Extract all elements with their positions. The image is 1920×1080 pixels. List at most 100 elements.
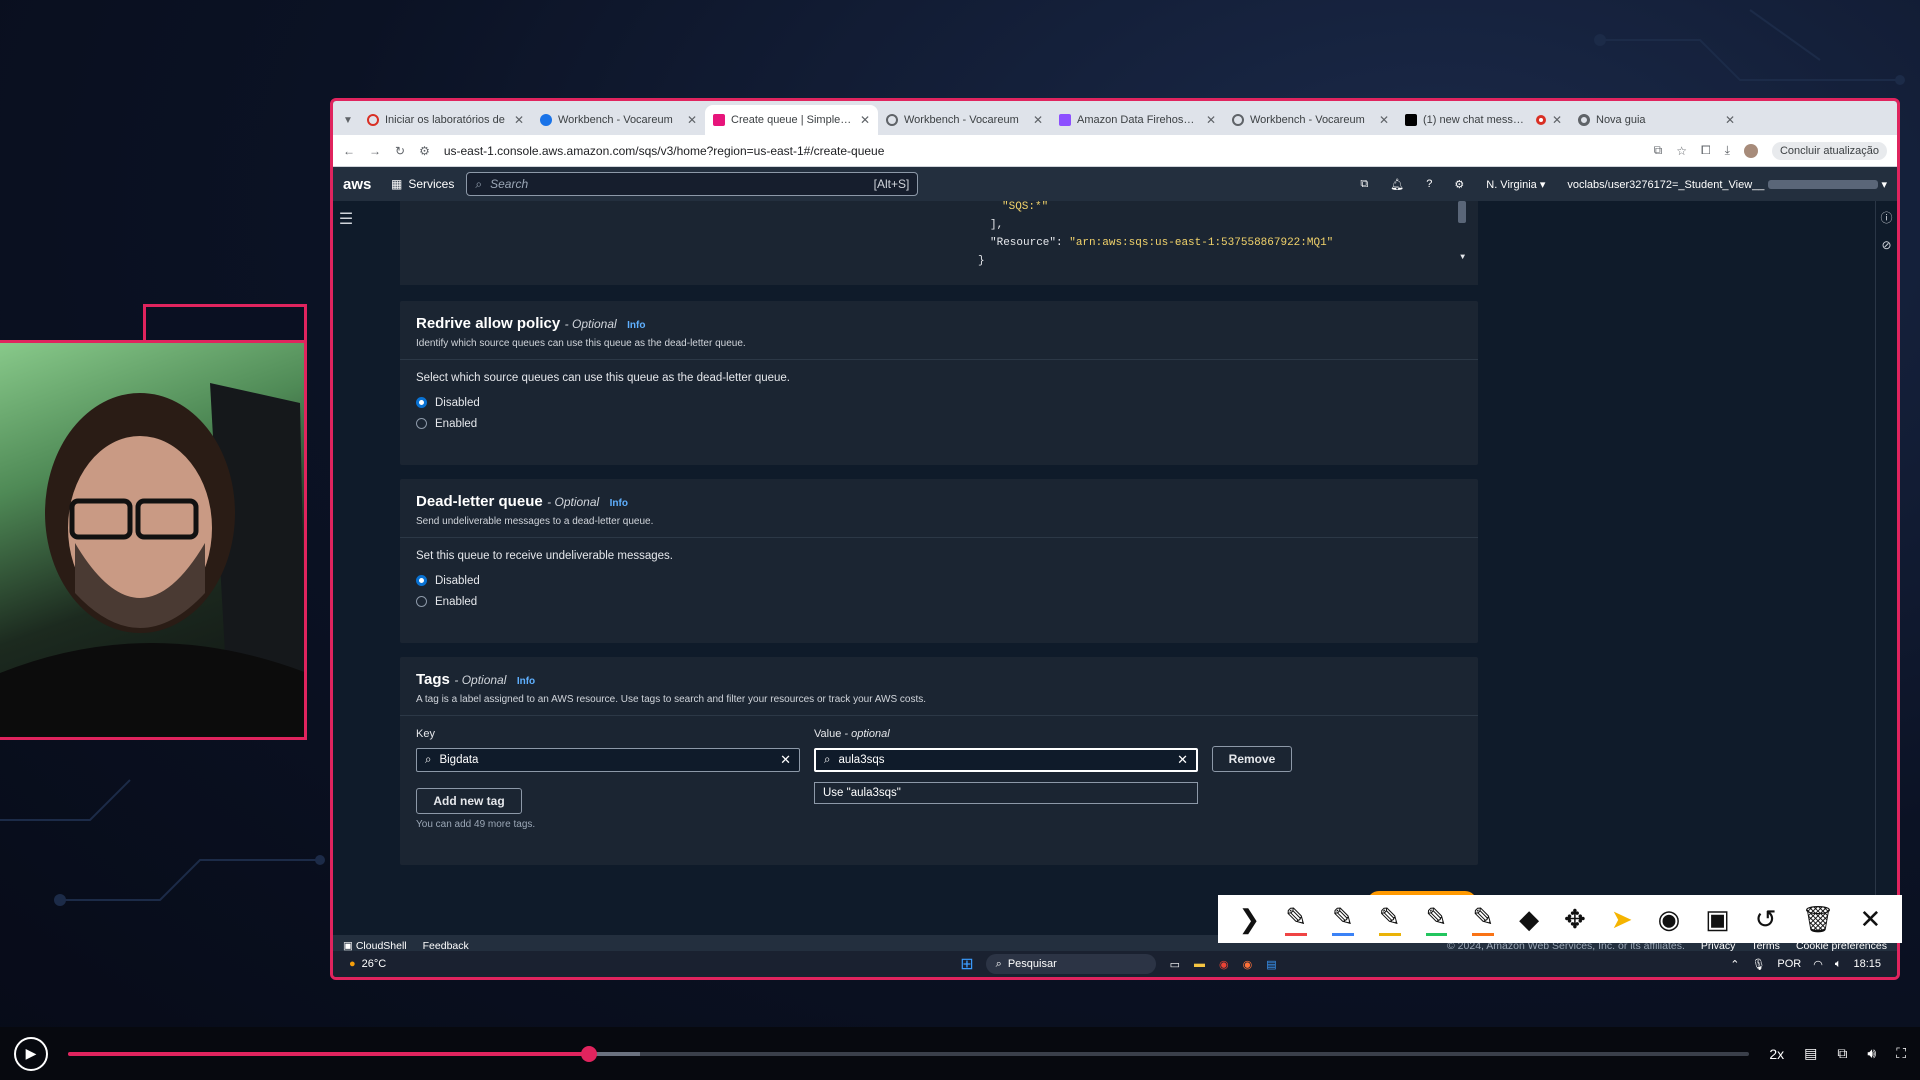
forward-icon[interactable]: → <box>369 144 381 158</box>
close-icon[interactable]: ✕ <box>1860 904 1882 935</box>
extensions-icon[interactable]: ⧠ <box>1701 143 1711 158</box>
browser-tab[interactable]: Workbench - Vocareum ✕ <box>1224 105 1397 135</box>
browser-tab[interactable]: Nova guia ✕ <box>1570 105 1743 135</box>
services-label: Services <box>408 177 455 191</box>
info-link[interactable]: Info <box>610 498 628 509</box>
add-new-tag-button[interactable]: Add new tag <box>416 788 522 814</box>
firefox-icon[interactable]: ◉ <box>1243 958 1253 971</box>
seek-bar[interactable] <box>68 1045 1750 1062</box>
tag-key-input[interactable]: ⌕ Bigdata ✕ <box>416 748 800 772</box>
close-icon[interactable]: ✕ <box>687 113 697 127</box>
update-button[interactable]: Concluir atualização <box>1771 141 1887 160</box>
playback-speed[interactable]: 2x <box>1769 1046 1784 1062</box>
close-icon[interactable]: ✕ <box>1552 113 1562 127</box>
seek-handle[interactable] <box>581 1045 598 1062</box>
radio-button[interactable] <box>416 596 427 607</box>
move-icon[interactable]: ✥ <box>1564 904 1586 935</box>
close-icon[interactable]: ✕ <box>1206 113 1216 127</box>
chrome-icon[interactable]: ◉ <box>1219 958 1229 971</box>
services-menu[interactable]: ▦ Services <box>391 177 454 191</box>
close-icon[interactable]: ✕ <box>1379 113 1389 127</box>
system-tray: ⌃ 🎙︎ POR ◠ 🔈︎ 18:15 <box>1730 958 1881 971</box>
subtitles-icon[interactable]: ▤ <box>1804 1045 1817 1062</box>
back-icon[interactable]: ← <box>343 144 355 158</box>
weather-widget[interactable]: ● 26°C <box>349 958 386 970</box>
radio-button[interactable] <box>416 418 427 429</box>
autosuggest-option[interactable]: Use "aula3sqs" <box>823 787 901 799</box>
url-field[interactable]: us-east-1.console.aws.amazon.com/sqs/v3/… <box>444 144 1640 158</box>
pip-icon[interactable]: ⧉ <box>1837 1045 1847 1062</box>
clear-icon[interactable]: ✕ <box>780 752 791 768</box>
tab-search-button[interactable]: ▼ <box>337 105 359 135</box>
radio-enabled[interactable]: Enabled <box>416 413 1462 434</box>
highlighter-icon[interactable]: ✎ <box>1472 902 1495 936</box>
pen-green-icon[interactable]: ✎ <box>1425 902 1448 936</box>
cloudshell-icon[interactable]: ⧉ <box>1360 178 1368 191</box>
camera-icon[interactable]: ▣ <box>1705 904 1730 935</box>
close-icon[interactable]: ✕ <box>1033 113 1043 127</box>
file-explorer-icon[interactable]: ▬ <box>1194 958 1205 970</box>
info-panel-icon[interactable]: ⓘ <box>1876 209 1897 226</box>
tag-value-input[interactable]: ⌕ aula3sqs ✕ <box>814 748 1198 772</box>
radio-disabled[interactable]: Disabled <box>416 570 1462 591</box>
site-settings-icon[interactable]: ⚙ <box>419 144 430 158</box>
close-icon[interactable]: ✕ <box>1725 113 1735 127</box>
translate-icon[interactable]: ⧉ <box>1654 143 1663 158</box>
volume-icon[interactable]: 🔈︎ <box>1835 958 1842 971</box>
fullscreen-icon[interactable]: ⛶ <box>1896 1045 1906 1062</box>
pen-yellow-icon[interactable]: ✎ <box>1378 902 1401 936</box>
radio-enabled[interactable]: Enabled <box>416 591 1462 612</box>
mic-icon[interactable]: 🎙︎ <box>1751 958 1765 971</box>
close-icon[interactable]: ✕ <box>514 113 524 127</box>
browser-tab[interactable]: Workbench - Vocareum ✕ <box>878 105 1051 135</box>
profile-avatar[interactable] <box>1743 143 1758 158</box>
radio-button-selected[interactable] <box>416 575 427 586</box>
wifi-icon[interactable]: ◠ <box>1813 958 1823 971</box>
bookmark-star-icon[interactable]: ☆ <box>1676 144 1687 158</box>
editor-scrollbar[interactable] <box>1458 201 1466 223</box>
windows-start-icon[interactable]: ⊞ <box>960 954 973 974</box>
collapse-chevron-icon[interactable]: ❯ <box>1238 904 1260 935</box>
download-icon[interactable]: ⤓ <box>1725 143 1730 158</box>
pen-red-icon[interactable]: ✎ <box>1285 902 1308 936</box>
chevron-up-icon[interactable]: ⌃ <box>1730 958 1739 971</box>
trash-icon[interactable]: 🗑︎ <box>1802 904 1835 935</box>
settings-panel-icon[interactable]: ⊘ <box>1876 238 1897 252</box>
hamburger-menu-icon[interactable]: ☰ <box>333 201 359 935</box>
access-policy-editor[interactable]: "SQS:*" ], "Resource": "arn:aws:sqs:us-e… <box>400 201 1478 285</box>
browser-tab[interactable]: Amazon Data Firehose | a ✕ <box>1051 105 1224 135</box>
remove-tag-button[interactable]: Remove <box>1212 746 1292 772</box>
clear-icon[interactable]: ✕ <box>1177 752 1188 768</box>
eraser-icon[interactable]: ◆ <box>1519 904 1539 935</box>
language-indicator[interactable]: POR <box>1777 958 1801 970</box>
taskbar-search[interactable]: ⌕ Pesquisar <box>985 954 1156 974</box>
reload-icon[interactable]: ↻ <box>395 144 405 158</box>
task-view-icon[interactable]: ▭ <box>1170 958 1180 971</box>
close-icon[interactable]: ✕ <box>860 113 870 127</box>
scroll-down-icon[interactable]: ▼ <box>1460 253 1465 262</box>
volume-icon[interactable]: 🔊︎ <box>1867 1045 1876 1062</box>
browser-tab[interactable]: (1) new chat message ✕ <box>1397 105 1570 135</box>
notepad-icon[interactable]: ▤ <box>1266 958 1276 971</box>
search-input[interactable]: ⌕ Search [Alt+S] <box>466 172 919 196</box>
account-menu[interactable]: voclabs/user3276172=_Student_View__ ▾ <box>1567 178 1887 191</box>
browser-tab[interactable]: Workbench - Vocareum ✕ <box>532 105 705 135</box>
play-icon[interactable]: ▶ <box>14 1036 48 1071</box>
eye-icon[interactable]: ◉ <box>1658 904 1681 935</box>
bell-icon[interactable]: 🔔︎ <box>1390 178 1404 191</box>
clock[interactable]: 18:15 <box>1853 958 1881 970</box>
gear-icon[interactable]: ⚙ <box>1454 178 1464 191</box>
radio-disabled[interactable]: Disabled <box>416 392 1462 413</box>
browser-tab[interactable]: Iniciar os laboratórios de ✕ <box>359 105 532 135</box>
region-selector[interactable]: N. Virginia ▾ <box>1486 178 1545 191</box>
aws-logo[interactable]: aws <box>343 176 379 193</box>
help-icon[interactable]: ? <box>1426 178 1432 190</box>
pen-blue-icon[interactable]: ✎ <box>1332 902 1354 936</box>
browser-tab-active[interactable]: Create queue | Simple Qu ✕ <box>705 105 878 135</box>
info-link[interactable]: Info <box>517 676 535 687</box>
radio-button-selected[interactable] <box>416 397 427 408</box>
value-label: Value - optional <box>814 728 1198 740</box>
undo-icon[interactable]: ↺ <box>1755 904 1777 935</box>
pointer-icon[interactable]: ➤ <box>1611 904 1633 935</box>
info-link[interactable]: Info <box>627 320 645 331</box>
